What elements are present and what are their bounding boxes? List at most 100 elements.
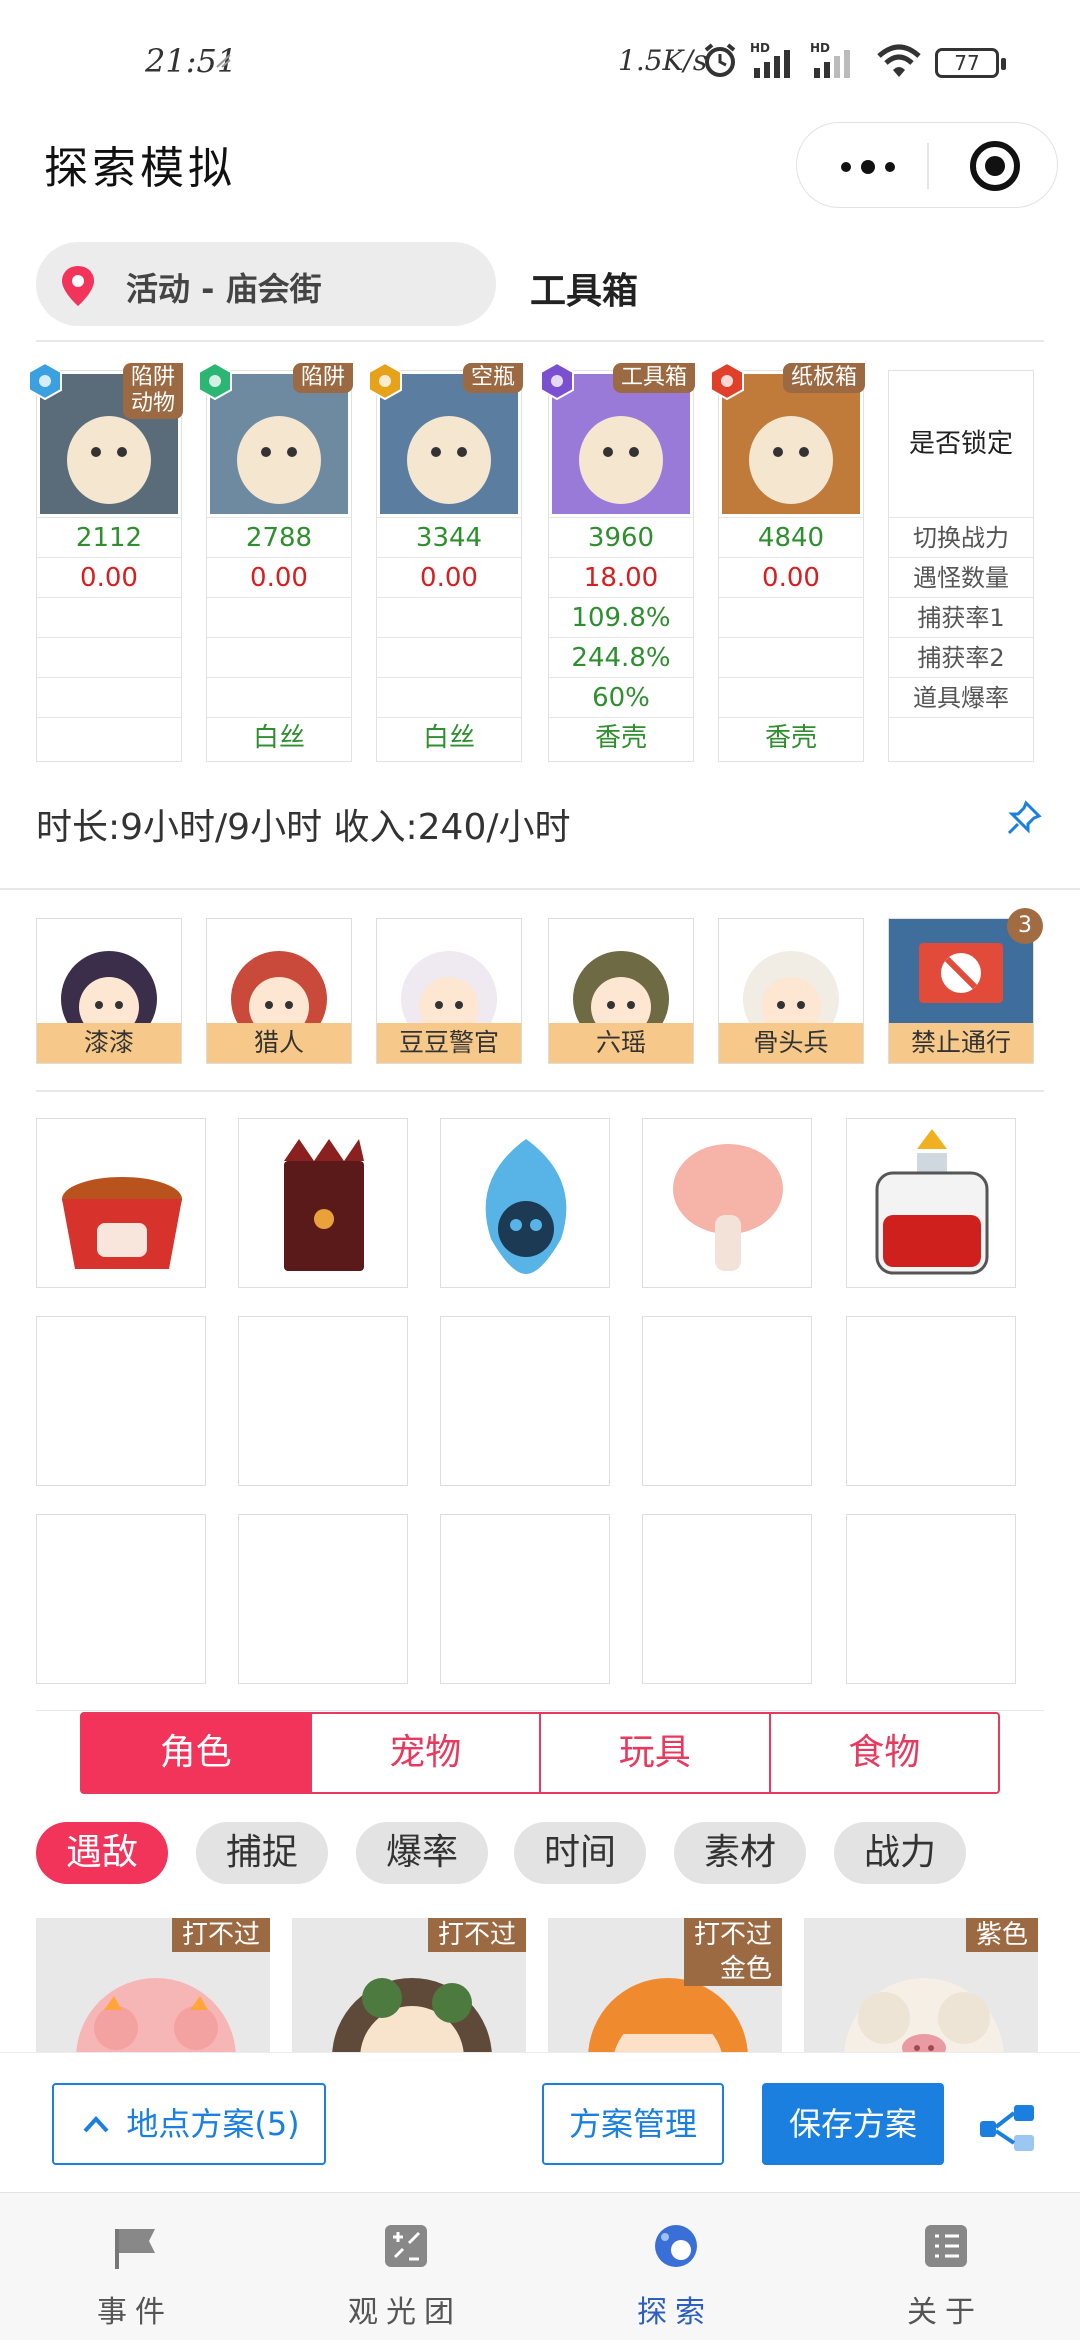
character-portrait xyxy=(37,919,181,1023)
tool-column[interactable]: 工具箱 3960 18.00 109.8% 244.8% 60% 香壳 xyxy=(540,361,695,762)
lock-row-capture1[interactable]: 捕获率1 xyxy=(889,597,1033,637)
stat-capture2: 244.8% xyxy=(549,637,693,677)
lock-row-capture2[interactable]: 捕获率2 xyxy=(889,637,1033,677)
character-card[interactable]: 打不过 金色 xyxy=(548,1918,782,2058)
location-selector[interactable]: 活动 - 庙会街 xyxy=(36,242,496,326)
filter-time[interactable]: 时间 xyxy=(514,1822,646,1884)
tab-toy[interactable]: 玩具 xyxy=(539,1714,769,1792)
empty-item-slot[interactable] xyxy=(440,1514,610,1684)
close-miniapp-icon[interactable] xyxy=(970,141,1020,191)
tool-column[interactable]: 空瓶 3344 0.00 白丝 xyxy=(368,361,523,762)
empty-item-slot[interactable] xyxy=(846,1514,1016,1684)
rarity-hex-icon xyxy=(28,361,62,401)
calculator-icon xyxy=(385,2225,427,2267)
character-name: 六瑶 xyxy=(549,1023,693,1063)
empty-item-slot[interactable] xyxy=(440,1316,610,1486)
empty-item-slot[interactable] xyxy=(36,1316,206,1486)
character-slot[interactable]: 豆豆警官 xyxy=(376,918,522,1064)
more-icon[interactable] xyxy=(841,160,897,174)
current-tool-label: 工具箱 xyxy=(530,271,639,312)
tab-food[interactable]: 食物 xyxy=(768,1714,999,1792)
stat-monsters: 0.00 xyxy=(719,557,863,597)
wifi-icon xyxy=(875,40,923,80)
red-potion-item[interactable] xyxy=(846,1118,1016,1288)
manage-plan-button[interactable]: 方案管理 xyxy=(542,2083,724,2165)
stat-material: 白丝 xyxy=(207,717,351,761)
tool-column[interactable]: 陷阱 动物 2112 0.00 xyxy=(28,361,183,762)
stat-capture2 xyxy=(37,637,181,677)
rarity-hex-icon xyxy=(710,361,744,401)
character-card[interactable]: 打不过 xyxy=(36,1918,270,2058)
character-card[interactable]: 紫色 xyxy=(804,1918,1038,2058)
svg-text:HD: HD xyxy=(750,41,770,55)
battery-icon: 77 xyxy=(935,48,1006,78)
character-slot[interactable]: 猎人 xyxy=(206,918,352,1064)
empty-item-slot[interactable] xyxy=(642,1316,812,1486)
tool-column[interactable]: 陷阱 2788 0.00 白丝 xyxy=(198,361,353,762)
lock-row-drop[interactable]: 道具爆率 xyxy=(889,677,1033,717)
character-slot[interactable]: 六瑶 xyxy=(548,918,694,1064)
character-portrait xyxy=(377,919,521,1023)
stat-capture2 xyxy=(719,637,863,677)
filter-power[interactable]: 战力 xyxy=(834,1822,966,1884)
character-card[interactable]: 打不过 xyxy=(292,1918,526,2058)
blue-skull-flame-item[interactable] xyxy=(440,1118,610,1288)
chevron-up-icon xyxy=(83,2116,109,2133)
lock-row-power[interactable]: 切换战力 xyxy=(889,517,1033,557)
filter-drop[interactable]: 爆率 xyxy=(356,1822,488,1884)
tool-type-tag: 陷阱 xyxy=(292,363,353,393)
alarm-icon xyxy=(700,40,740,80)
pin-icon[interactable] xyxy=(1006,800,1042,836)
filter-capture[interactable]: 捕捉 xyxy=(196,1822,328,1884)
empty-item-slot[interactable] xyxy=(846,1316,1016,1486)
stat-capture1: 109.8% xyxy=(549,597,693,637)
character-name: 猎人 xyxy=(207,1023,351,1063)
rarity-hex-icon xyxy=(198,361,232,401)
filter-material[interactable]: 素材 xyxy=(674,1822,806,1884)
red-box-item[interactable] xyxy=(238,1118,408,1288)
tab-character[interactable]: 角色 xyxy=(82,1714,310,1792)
location-label: 活动 - 庙会街 xyxy=(126,270,322,308)
stat-drop: 60% xyxy=(549,677,693,717)
stat-monsters: 18.00 xyxy=(549,557,693,597)
character-slot[interactable]: 骨头兵 xyxy=(718,918,864,1064)
lock-toggle[interactable]: 是否锁定 xyxy=(889,371,1033,517)
character-slot[interactable]: 禁止通行 xyxy=(888,918,1034,1064)
card-tag: 打不过 xyxy=(427,1918,526,1952)
stat-capture2 xyxy=(207,637,351,677)
lock-row-monsters[interactable]: 遇怪数量 xyxy=(889,557,1033,597)
empty-item-slot[interactable] xyxy=(36,1514,206,1684)
location-plan-label: 地点方案(5) xyxy=(126,2105,300,2143)
filter-encounter[interactable]: 遇敌 xyxy=(36,1822,168,1884)
character-portrait xyxy=(207,919,351,1023)
tool-type-tag: 纸板箱 xyxy=(782,363,865,393)
lock-column: 是否锁定 切换战力 遇怪数量 捕获率1 捕获率2 道具爆率 xyxy=(888,370,1034,762)
svg-text:HD: HD xyxy=(810,41,830,55)
nav-label: 观光团 xyxy=(348,2295,462,2330)
stat-material: 白丝 xyxy=(377,717,521,761)
empty-item-slot[interactable] xyxy=(238,1514,408,1684)
tab-pet[interactable]: 宠物 xyxy=(309,1714,540,1792)
fried-chicken-bucket-item[interactable] xyxy=(36,1118,206,1288)
nav-tour-group[interactable]: 观光团 xyxy=(270,2193,540,2341)
nav-about[interactable]: 关于 xyxy=(810,2193,1080,2341)
stat-drop xyxy=(377,677,521,717)
character-slot[interactable]: 漆漆 xyxy=(36,918,182,1064)
rarity-hex-icon xyxy=(540,361,574,401)
empty-item-slot[interactable] xyxy=(642,1514,812,1684)
count-badge: 3 xyxy=(1007,908,1043,944)
nav-explore[interactable]: 探索 xyxy=(540,2193,810,2341)
stat-material: 香壳 xyxy=(549,717,693,761)
pink-mushroom-item[interactable] xyxy=(642,1118,812,1288)
tool-column[interactable]: 纸板箱 4840 0.00 香壳 xyxy=(710,361,865,762)
stat-power: 3344 xyxy=(377,517,521,557)
empty-item-slot[interactable] xyxy=(238,1316,408,1486)
character-name: 豆豆警官 xyxy=(377,1023,521,1063)
save-plan-button[interactable]: 保存方案 xyxy=(762,2083,944,2165)
nav-events[interactable]: 事件 xyxy=(0,2193,270,2341)
action-bar: 地点方案(5) 方案管理 保存方案 xyxy=(0,2052,1080,2192)
share-icon[interactable] xyxy=(978,2103,1038,2153)
character-name: 骨头兵 xyxy=(719,1023,863,1063)
location-plan-button[interactable]: 地点方案(5) xyxy=(52,2083,326,2165)
stat-capture1 xyxy=(37,597,181,637)
